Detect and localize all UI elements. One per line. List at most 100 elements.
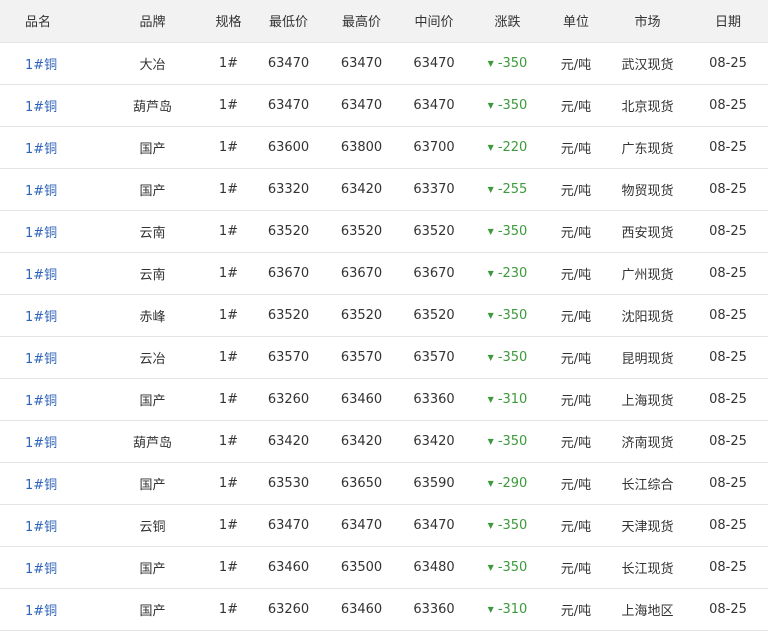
product-link[interactable]: 1#铜 xyxy=(25,352,57,367)
product-link[interactable]: 1#铜 xyxy=(25,394,57,409)
change-value: -350 xyxy=(497,55,528,71)
cell-brand: 国产 xyxy=(100,168,205,211)
down-arrow-icon: ▼ xyxy=(487,268,494,278)
cell-unit: 元/吨 xyxy=(545,294,607,337)
product-link[interactable]: 1#铜 xyxy=(25,268,57,283)
cell-mid: 63520 xyxy=(398,210,470,253)
product-link[interactable]: 1#铜 xyxy=(25,478,57,493)
cell-change: ▼ -350 xyxy=(470,294,545,337)
cell-mid: 63520 xyxy=(398,294,470,337)
cell-change: ▼ -350 xyxy=(470,84,545,127)
change-value: -310 xyxy=(497,391,528,407)
cell-name: 1#铜 xyxy=(0,294,100,337)
table-row: 1#铜 葫芦岛 1# 63470 63470 63470 ▼ -350 元/吨 北京现货 08-25 xyxy=(0,84,768,127)
down-arrow-icon: ▼ xyxy=(487,478,494,488)
cell-high: 63800 xyxy=(325,126,398,169)
cell-low: 63670 xyxy=(252,252,325,295)
down-arrow-icon: ▼ xyxy=(487,142,494,152)
table-body: 1#铜 大冶 1# 63470 63470 63470 ▼ -350 元/吨 武汉现货 08-25 1… xyxy=(0,42,768,631)
cell-brand: 国产 xyxy=(100,126,205,169)
cell-date: 08-25 xyxy=(688,168,768,211)
cell-high: 63520 xyxy=(325,210,398,253)
cell-unit: 元/吨 xyxy=(545,378,607,421)
cell-low: 63470 xyxy=(252,42,325,85)
product-link[interactable]: 1#铜 xyxy=(25,310,57,325)
cell-unit: 元/吨 xyxy=(545,546,607,589)
cell-market: 天津现货 xyxy=(607,504,688,547)
product-link[interactable]: 1#铜 xyxy=(25,520,57,535)
cell-low: 63470 xyxy=(252,84,325,127)
cell-change: ▼ -310 xyxy=(470,588,545,631)
change-value: -350 xyxy=(497,349,528,365)
product-link[interactable]: 1#铜 xyxy=(25,436,57,451)
cell-date: 08-25 xyxy=(688,546,768,589)
down-arrow-icon: ▼ xyxy=(487,520,494,530)
cell-change: ▼ -255 xyxy=(470,168,545,211)
cell-brand: 大冶 xyxy=(100,42,205,85)
cell-spec: 1# xyxy=(205,504,252,547)
cell-unit: 元/吨 xyxy=(545,252,607,295)
cell-change: ▼ -350 xyxy=(470,504,545,547)
cell-date: 08-25 xyxy=(688,462,768,505)
product-link[interactable]: 1#铜 xyxy=(25,184,57,199)
product-link[interactable]: 1#铜 xyxy=(25,58,57,73)
cell-name: 1#铜 xyxy=(0,420,100,463)
cell-date: 08-25 xyxy=(688,336,768,379)
down-arrow-icon: ▼ xyxy=(487,352,494,362)
cell-unit: 元/吨 xyxy=(545,336,607,379)
change-value: -350 xyxy=(497,223,528,239)
cell-name: 1#铜 xyxy=(0,126,100,169)
cell-brand: 云南 xyxy=(100,252,205,295)
cell-brand: 赤峰 xyxy=(100,294,205,337)
product-link[interactable]: 1#铜 xyxy=(25,226,57,241)
cell-unit: 元/吨 xyxy=(545,126,607,169)
cell-date: 08-25 xyxy=(688,378,768,421)
down-arrow-icon: ▼ xyxy=(487,100,494,110)
cell-market: 上海地区 xyxy=(607,588,688,631)
cell-market: 济南现货 xyxy=(607,420,688,463)
col-header-change: 涨跌 xyxy=(470,0,545,43)
col-header-unit: 单位 xyxy=(545,0,607,43)
col-header-brand: 品牌 xyxy=(100,0,205,43)
cell-unit: 元/吨 xyxy=(545,42,607,85)
cell-spec: 1# xyxy=(205,294,252,337)
cell-low: 63260 xyxy=(252,588,325,631)
product-link[interactable]: 1#铜 xyxy=(25,604,57,619)
cell-spec: 1# xyxy=(205,378,252,421)
cell-mid: 63470 xyxy=(398,42,470,85)
cell-market: 昆明现货 xyxy=(607,336,688,379)
cell-high: 63570 xyxy=(325,336,398,379)
cell-market: 广东现货 xyxy=(607,126,688,169)
cell-spec: 1# xyxy=(205,42,252,85)
col-header-low: 最低价 xyxy=(252,0,325,43)
product-link[interactable]: 1#铜 xyxy=(25,100,57,115)
cell-high: 63520 xyxy=(325,294,398,337)
cell-change: ▼ -230 xyxy=(470,252,545,295)
cell-change: ▼ -220 xyxy=(470,126,545,169)
cell-change: ▼ -350 xyxy=(470,420,545,463)
cell-name: 1#铜 xyxy=(0,210,100,253)
cell-name: 1#铜 xyxy=(0,378,100,421)
cell-high: 63420 xyxy=(325,168,398,211)
cell-low: 63320 xyxy=(252,168,325,211)
table-row: 1#铜 云冶 1# 63570 63570 63570 ▼ -350 元/吨 昆明现货 08-25 xyxy=(0,336,768,379)
cell-date: 08-25 xyxy=(688,420,768,463)
cell-low: 63460 xyxy=(252,546,325,589)
cell-high: 63460 xyxy=(325,378,398,421)
table-row: 1#铜 葫芦岛 1# 63420 63420 63420 ▼ -350 元/吨 济南现货 08-25 xyxy=(0,420,768,463)
cell-date: 08-25 xyxy=(688,42,768,85)
cell-mid: 63470 xyxy=(398,84,470,127)
cell-unit: 元/吨 xyxy=(545,168,607,211)
cell-change: ▼ -350 xyxy=(470,546,545,589)
product-link[interactable]: 1#铜 xyxy=(25,142,57,157)
cell-date: 08-25 xyxy=(688,126,768,169)
cell-brand: 云南 xyxy=(100,210,205,253)
col-header-spec: 规格 xyxy=(205,0,252,43)
cell-brand: 云铜 xyxy=(100,504,205,547)
cell-brand: 国产 xyxy=(100,378,205,421)
cell-name: 1#铜 xyxy=(0,84,100,127)
product-link[interactable]: 1#铜 xyxy=(25,562,57,577)
cell-spec: 1# xyxy=(205,588,252,631)
change-value: -350 xyxy=(497,307,528,323)
col-header-market: 市场 xyxy=(607,0,688,43)
